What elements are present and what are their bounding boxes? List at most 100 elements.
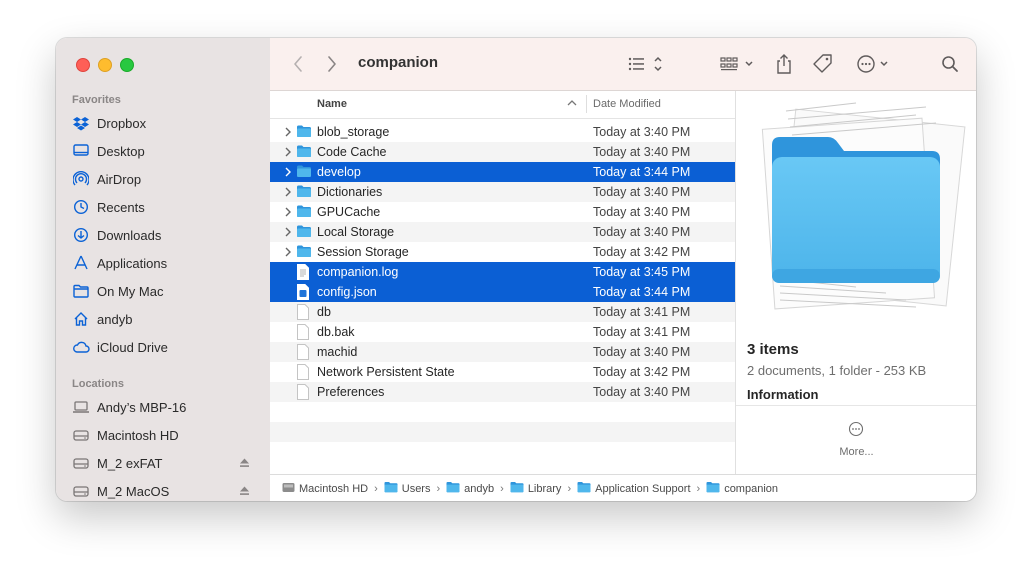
sidebar-item-andy-s-mbp-16[interactable]: Andy’s MBP-16	[72, 396, 262, 418]
document-icon	[296, 344, 312, 360]
tag-icon	[813, 54, 832, 73]
column-divider[interactable]	[586, 95, 587, 113]
file-row[interactable]: config.json Today at 3:44 PM	[270, 282, 735, 302]
sidebar-item-label: Desktop	[97, 143, 145, 159]
path-item-andyb[interactable]: andyb	[446, 481, 494, 496]
empty-row	[270, 422, 735, 442]
path-item-library[interactable]: Library	[510, 481, 561, 496]
file-row[interactable]: db Today at 3:41 PM	[270, 302, 735, 322]
file-name: develop	[317, 165, 361, 179]
file-list[interactable]: Name Date Modified blob_storage Today at …	[270, 91, 735, 474]
file-row[interactable]: blob_storage Today at 3:40 PM	[270, 122, 735, 142]
applications-icon	[72, 254, 90, 272]
sidebar-item-m-2-macos[interactable]: M_2 MacOS	[72, 480, 262, 501]
share-button[interactable]	[772, 52, 796, 76]
search-button[interactable]	[938, 52, 962, 76]
tags-button[interactable]	[810, 52, 836, 76]
disclosure-chevron-icon[interactable]	[284, 166, 294, 178]
close-button[interactable]	[76, 58, 90, 72]
sidebar-item-m-2-exfat[interactable]: M_2 exFAT	[72, 452, 262, 474]
file-name: Dictionaries	[317, 185, 383, 199]
ellipsis-circle-icon	[857, 55, 888, 73]
path-item-companion[interactable]: companion	[706, 481, 778, 496]
sidebar-item-downloads[interactable]: Downloads	[72, 224, 262, 246]
preview-title: 3 items	[747, 341, 799, 358]
file-name: db.bak	[317, 325, 355, 339]
column-header: Name Date Modified	[270, 91, 735, 119]
file-row[interactable]: Network Persistent State Today at 3:42 PM	[270, 362, 735, 382]
path-item-macintosh-hd[interactable]: Macintosh HD	[282, 482, 368, 496]
share-icon	[777, 54, 791, 74]
file-row[interactable]: Local Storage Today at 3:40 PM	[270, 222, 735, 242]
sidebar-item-macintosh-hd[interactable]: Macintosh HD	[72, 424, 262, 446]
file-name: Preferences	[317, 385, 385, 399]
file-row[interactable]: db.bak Today at 3:41 PM	[270, 322, 735, 342]
file-row[interactable]: develop Today at 3:44 PM	[270, 162, 735, 182]
disclosure-chevron-icon[interactable]	[284, 146, 294, 158]
disclosure-chevron-icon[interactable]	[284, 206, 294, 218]
disclosure-chevron-icon[interactable]	[284, 226, 294, 238]
path-item-label: Users	[401, 482, 431, 495]
sidebar-item-label: On My Mac	[97, 283, 164, 299]
name-column-header[interactable]: Name	[317, 98, 347, 110]
sidebar-item-airdrop[interactable]: AirDrop	[72, 168, 262, 190]
chevron-right-icon	[328, 56, 336, 72]
folder-icon	[72, 282, 90, 300]
file-date-modified: Today at 3:40 PM	[593, 205, 691, 219]
file-row[interactable]: machid Today at 3:40 PM	[270, 342, 735, 362]
file-name: blob_storage	[317, 125, 390, 139]
view-options-button[interactable]	[626, 52, 666, 76]
file-row[interactable]: Dictionaries Today at 3:40 PM	[270, 182, 735, 202]
sidebar-item-andyb[interactable]: andyb	[72, 308, 262, 330]
disclosure-chevron-icon[interactable]	[284, 126, 294, 138]
path-separator-icon: ›	[567, 482, 572, 495]
sidebar-item-recents[interactable]: Recents	[72, 196, 262, 218]
file-name: Session Storage	[317, 245, 409, 259]
more-button[interactable]: More...	[736, 446, 976, 458]
file-row[interactable]: Preferences Today at 3:40 PM	[270, 382, 735, 402]
document-icon	[296, 384, 312, 400]
folder-icon	[296, 244, 312, 260]
ellipsis-circle-icon[interactable]	[848, 421, 864, 437]
eject-icon[interactable]	[239, 456, 250, 471]
file-row[interactable]: Code Cache Today at 3:40 PM	[270, 142, 735, 162]
drive-icon	[72, 454, 90, 472]
folder-icon	[296, 224, 312, 240]
file-row[interactable]: GPUCache Today at 3:40 PM	[270, 202, 735, 222]
minimize-button[interactable]	[98, 58, 112, 72]
sidebar-item-dropbox[interactable]: Dropbox	[72, 112, 262, 134]
path-bar: Macintosh HD › Users › andyb › Library › Applica…	[270, 474, 976, 501]
disclosure-chevron-icon[interactable]	[284, 246, 294, 258]
empty-row	[270, 442, 735, 462]
file-name: db	[317, 305, 331, 319]
path-separator-icon: ›	[696, 482, 701, 495]
sidebar-item-applications[interactable]: Applications	[72, 252, 262, 274]
sort-ascending-icon[interactable]	[567, 99, 577, 107]
zoom-button[interactable]	[120, 58, 134, 72]
file-name: GPUCache	[317, 205, 381, 219]
drive-icon	[72, 426, 90, 444]
document-icon	[296, 324, 312, 340]
path-item-users[interactable]: Users	[384, 481, 431, 496]
path-item-application-support[interactable]: Application Support	[577, 481, 691, 496]
folder-icon	[296, 144, 312, 160]
disclosure-chevron-icon[interactable]	[284, 186, 294, 198]
file-row[interactable]: Session Storage Today at 3:42 PM	[270, 242, 735, 262]
sidebar-item-label: andyb	[97, 311, 133, 327]
actions-button[interactable]	[854, 52, 894, 76]
sidebar-item-label: Applications	[97, 255, 168, 271]
download-icon	[72, 226, 90, 244]
group-button[interactable]	[718, 52, 758, 76]
sidebar-item-on-my-mac[interactable]: On My Mac	[72, 280, 262, 302]
path-item-label: Application Support	[595, 482, 691, 495]
date-column-header[interactable]: Date Modified	[593, 98, 661, 110]
laptop-icon	[72, 398, 90, 416]
back-button[interactable]	[288, 52, 308, 76]
folder-icon	[706, 481, 720, 496]
forward-button[interactable]	[322, 52, 342, 76]
eject-icon[interactable]	[239, 484, 250, 499]
path-separator-icon: ›	[500, 482, 504, 495]
sidebar-item-desktop[interactable]: Desktop	[72, 140, 262, 162]
file-row[interactable]: companion.log Today at 3:45 PM	[270, 262, 735, 282]
sidebar-item-icloud-drive[interactable]: iCloud Drive	[72, 336, 262, 358]
